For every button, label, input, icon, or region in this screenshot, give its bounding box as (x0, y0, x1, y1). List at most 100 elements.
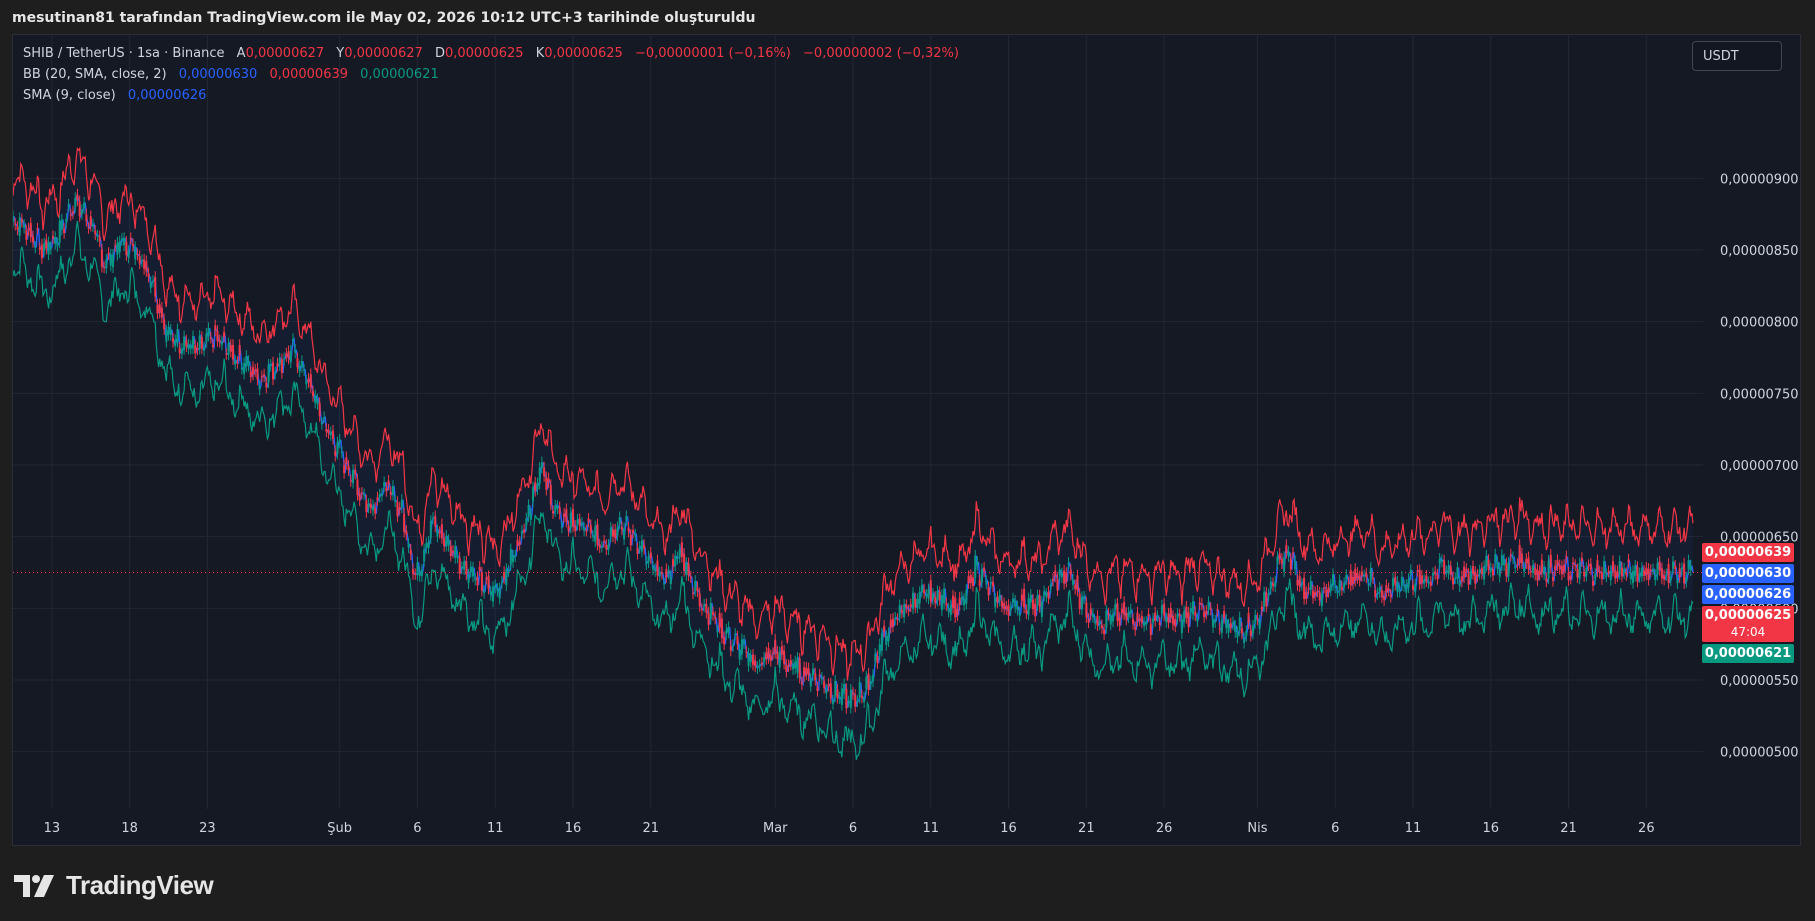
candle-body (1149, 623, 1152, 635)
candle-body (747, 653, 750, 666)
candle-body (947, 608, 950, 612)
candle-body (1487, 559, 1490, 570)
candle-body (1627, 559, 1630, 562)
candle-body (1314, 592, 1317, 596)
candle-body (1505, 563, 1508, 577)
candle-body (16, 226, 19, 230)
candle-body (678, 549, 681, 558)
chart-panel[interactable]: 0,00000900 0,00000850 0,00000800 0,00000750… (12, 34, 1801, 846)
candle-body (1358, 576, 1361, 581)
candle-body (1685, 577, 1688, 583)
candle-body (407, 543, 410, 548)
candle-body (1556, 560, 1559, 566)
candle-body (1678, 568, 1681, 578)
candle-body (1156, 615, 1159, 617)
candle-body (398, 507, 401, 510)
candle-body (676, 557, 679, 559)
candle-body (332, 430, 334, 439)
sma-row[interactable]: SMA (9, close) 0,00000626 (23, 85, 959, 106)
candle-body (238, 344, 241, 355)
candle-body (243, 363, 246, 374)
candle-body (1252, 625, 1254, 634)
candle-body (254, 369, 257, 372)
candle-body (1094, 621, 1097, 624)
candle-body (1325, 589, 1328, 597)
candle-body (434, 516, 437, 527)
candle-body (116, 242, 119, 255)
candle-body (1194, 611, 1197, 616)
candle-body (400, 499, 403, 508)
candle-body (1660, 568, 1663, 579)
candle-body (305, 380, 308, 385)
candle-body (472, 567, 474, 577)
bar-countdown: 47:04 (1730, 625, 1766, 640)
candle-body (1263, 592, 1266, 607)
candle-body (540, 462, 543, 468)
candle-body (1396, 581, 1399, 592)
candle-body (1667, 564, 1670, 584)
candle-body (109, 254, 112, 266)
candle-body (585, 530, 588, 532)
candle-body (1449, 566, 1452, 575)
candle-body (174, 340, 177, 347)
bb-row[interactable]: BB (20, SMA, close, 2) 0,00000630 0,0000… (23, 64, 959, 85)
candle-body (620, 527, 623, 530)
candle-body (1363, 575, 1366, 577)
candle-body (1663, 575, 1666, 580)
price-chart[interactable]: 0,00000900 0,00000850 0,00000800 0,00000750… (13, 35, 1802, 847)
candle-body (1309, 581, 1312, 590)
candle-body (283, 358, 286, 360)
candle-body (763, 657, 766, 662)
candle-body (892, 618, 894, 627)
candle-body (1676, 579, 1679, 584)
candle-body (923, 589, 926, 594)
candle-body (1060, 573, 1063, 578)
candle-body (1405, 585, 1408, 593)
candle-body (683, 553, 686, 571)
candle-body (1107, 613, 1110, 615)
candle-body (1214, 620, 1217, 623)
tradingview-logo-icon (14, 874, 54, 897)
candle-body (214, 325, 217, 331)
candle-body (374, 507, 377, 514)
candle-body (1596, 560, 1599, 572)
candle-body (1585, 568, 1588, 576)
candle-body (1420, 575, 1423, 583)
candle-body (363, 494, 366, 496)
candle-body (1592, 581, 1594, 586)
candle-body (376, 497, 379, 501)
candle-body (845, 688, 848, 709)
candle-body (1123, 602, 1126, 615)
symbol-label[interactable]: SHIB / TetherUS · 1sa · Binance (23, 46, 225, 61)
candle-body (1169, 608, 1172, 618)
candle-body (1176, 614, 1179, 619)
candle-body (1647, 568, 1650, 580)
candle-body (778, 652, 781, 668)
candle-body (280, 359, 283, 374)
candle-body (1578, 563, 1581, 579)
candle-body (1520, 553, 1523, 564)
candle-body (372, 505, 374, 511)
candle-body (929, 580, 932, 602)
candle-body (1574, 564, 1577, 566)
candle-body (1469, 570, 1472, 580)
candle-body (72, 211, 74, 214)
candle-body (436, 530, 439, 537)
candle-body (836, 689, 839, 698)
candle-body (349, 480, 352, 482)
candle-body (385, 488, 388, 491)
candle-body (972, 577, 974, 586)
candle-body (1494, 554, 1497, 563)
candle-body (212, 344, 214, 347)
candle-body (843, 684, 846, 694)
candle-body (549, 485, 552, 505)
candle-body (714, 616, 717, 619)
candle-body (669, 576, 672, 584)
candle-body (38, 248, 41, 250)
candle-body (789, 660, 792, 665)
candle-body (23, 224, 26, 228)
candle-body (1294, 561, 1297, 570)
ohlc-row: SHIB / TetherUS · 1sa · Binance A0,00000… (23, 43, 959, 64)
candle-body (220, 341, 223, 345)
currency-button[interactable]: USDT (1692, 41, 1782, 71)
